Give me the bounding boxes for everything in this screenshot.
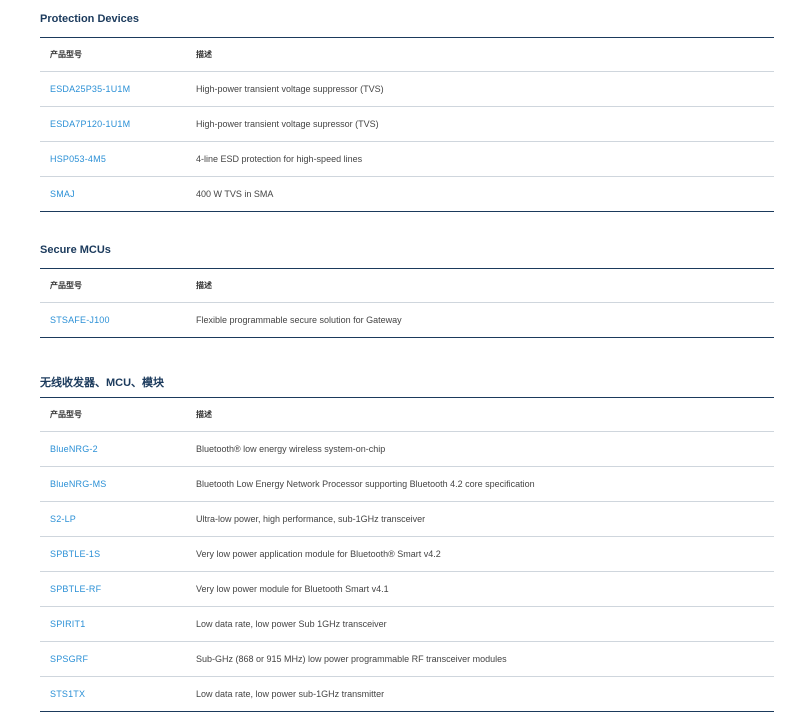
part-description: Low data rate, low power sub-1GHz transm… — [196, 689, 385, 699]
section-title: Protection Devices — [40, 13, 140, 25]
table-header-row: 产品型号 描述 — [40, 398, 774, 432]
product-table: 产品型号 描述 BlueNRG-2 Bluetooth® low energy … — [40, 397, 774, 712]
part-number-link[interactable]: BlueNRG-2 — [50, 444, 98, 454]
product-table: 产品型号 描述 STSAFE-J100 Flexible programmabl… — [40, 268, 774, 338]
part-description: 4-line ESD protection for high-speed lin… — [196, 154, 363, 164]
part-description: Flexible programmable secure solution fo… — [196, 315, 402, 325]
part-number-link[interactable]: BlueNRG-MS — [50, 479, 107, 489]
column-header-part-number: 产品型号 — [50, 410, 82, 419]
part-number-link[interactable]: SPIRIT1 — [50, 619, 85, 629]
column-header-description: 描述 — [196, 410, 212, 419]
part-number-link[interactable]: S2-LP — [50, 514, 76, 524]
table-row: BlueNRG-2 Bluetooth® low energy wireless… — [40, 432, 774, 467]
part-description: Bluetooth Low Energy Network Processor s… — [196, 479, 535, 489]
part-number-link[interactable]: ESDA25P35-1U1M — [50, 84, 130, 94]
table-row: BlueNRG-MS Bluetooth Low Energy Network … — [40, 467, 774, 502]
table-header-row: 产品型号 描述 — [40, 38, 774, 72]
table-row: SPBTLE-1S Very low power application mod… — [40, 537, 774, 572]
table-row: ESDA25P35-1U1M High-power transient volt… — [40, 72, 774, 107]
part-description: Very low power module for Bluetooth Smar… — [196, 584, 389, 594]
table-row: SPIRIT1 Low data rate, low power Sub 1GH… — [40, 607, 774, 642]
column-header-description: 描述 — [196, 50, 212, 59]
part-description: Very low power application module for Bl… — [196, 549, 441, 559]
part-number-link[interactable]: SPBTLE-1S — [50, 549, 100, 559]
product-table: 产品型号 描述 ESDA25P35-1U1M High-power transi… — [40, 37, 774, 212]
part-description: High-power transient voltage supressor (… — [196, 119, 379, 129]
part-number-link[interactable]: SMAJ — [50, 189, 75, 199]
part-number-link[interactable]: HSP053-4M5 — [50, 154, 106, 164]
part-description: Sub-GHz (868 or 915 MHz) low power progr… — [196, 654, 507, 664]
part-description: High-power transient voltage suppressor … — [196, 84, 384, 94]
table-row: SPSGRF Sub-GHz (868 or 915 MHz) low powe… — [40, 642, 774, 677]
section-title: 无线收发器、MCU、模块 — [40, 377, 165, 389]
table-header-row: 产品型号 描述 — [40, 269, 774, 303]
part-description: Low data rate, low power Sub 1GHz transc… — [196, 619, 387, 629]
part-number-link[interactable]: STS1TX — [50, 689, 85, 699]
table-row: STS1TX Low data rate, low power sub-1GHz… — [40, 677, 774, 711]
table-row: S2-LP Ultra-low power, high performance,… — [40, 502, 774, 537]
part-number-link[interactable]: SPBTLE-RF — [50, 584, 101, 594]
table-row: STSAFE-J100 Flexible programmable secure… — [40, 303, 774, 337]
table-bottom-rule — [40, 337, 774, 338]
table-bottom-rule — [40, 211, 774, 212]
column-header-part-number: 产品型号 — [50, 281, 82, 290]
part-description: 400 W TVS in SMA — [196, 189, 274, 199]
section-title: Secure MCUs — [40, 244, 111, 256]
part-number-link[interactable]: SPSGRF — [50, 654, 88, 664]
table-row: SPBTLE-RF Very low power module for Blue… — [40, 572, 774, 607]
table-row: ESDA7P120-1U1M High-power transient volt… — [40, 107, 774, 142]
column-header-description: 描述 — [196, 281, 212, 290]
part-description: Ultra-low power, high performance, sub-1… — [196, 514, 426, 524]
table-row: HSP053-4M5 4-line ESD protection for hig… — [40, 142, 774, 177]
table-row: SMAJ 400 W TVS in SMA — [40, 177, 774, 211]
part-description: Bluetooth® low energy wireless system-on… — [196, 444, 386, 454]
part-number-link[interactable]: ESDA7P120-1U1M — [50, 119, 130, 129]
column-header-part-number: 产品型号 — [50, 50, 82, 59]
table-bottom-rule — [40, 711, 774, 712]
part-number-link[interactable]: STSAFE-J100 — [50, 315, 110, 325]
